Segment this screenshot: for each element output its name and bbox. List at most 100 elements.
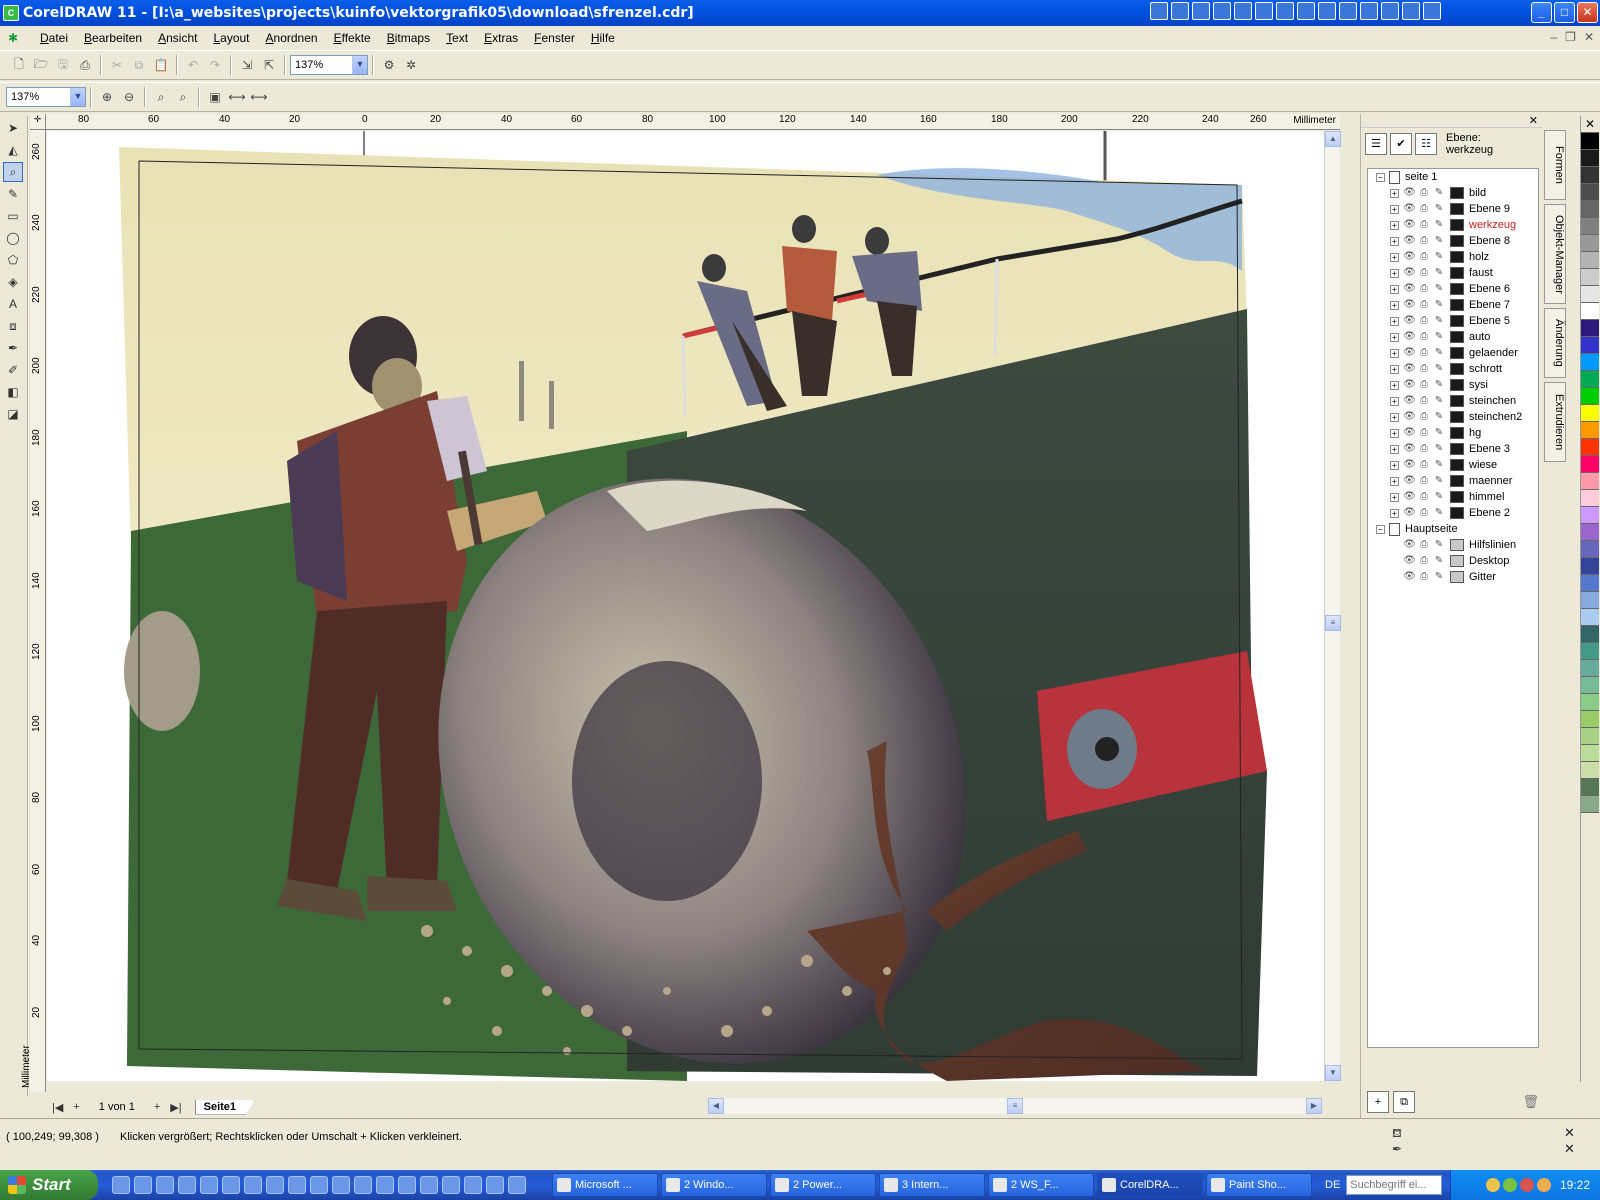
polygon-tool-icon[interactable]: ⬠ bbox=[3, 250, 23, 270]
quick-icon[interactable] bbox=[1297, 2, 1315, 20]
layer-row[interactable]: + 👁 ⎙ ✎ maenner bbox=[1368, 473, 1538, 489]
layer-color-swatch[interactable] bbox=[1450, 283, 1464, 295]
quick-launch-icon[interactable] bbox=[222, 1176, 240, 1194]
quick-launch-icon[interactable] bbox=[420, 1176, 438, 1194]
layer-color-swatch[interactable] bbox=[1450, 555, 1464, 567]
scroll-down-icon[interactable]: ▼ bbox=[1325, 1065, 1341, 1081]
expand-icon[interactable]: + bbox=[1390, 316, 1399, 326]
docker-close-icon[interactable]: ✕ bbox=[1529, 114, 1538, 127]
pencil-icon[interactable]: ✎ bbox=[1433, 427, 1445, 439]
fill-tool-icon[interactable]: ◧ bbox=[3, 382, 23, 402]
eye-icon[interactable]: 👁 bbox=[1403, 571, 1416, 583]
eye-icon[interactable]: 👁 bbox=[1403, 507, 1416, 519]
printer-icon[interactable]: ⎙ bbox=[1418, 491, 1430, 503]
palette-swatch[interactable] bbox=[1581, 252, 1599, 269]
quick-icon[interactable] bbox=[1318, 2, 1336, 20]
corel-balloon-icon[interactable]: ✱ bbox=[8, 31, 24, 45]
layer-color-swatch[interactable] bbox=[1450, 267, 1464, 279]
zoom-all-objects-icon[interactable]: ⌕ bbox=[174, 88, 192, 106]
eye-icon[interactable]: 👁 bbox=[1403, 331, 1416, 343]
drawing-canvas[interactable] bbox=[47, 131, 1324, 1081]
palette-swatch[interactable] bbox=[1581, 286, 1599, 303]
layer-row[interactable]: + 👁 ⎙ ✎ faust bbox=[1368, 265, 1538, 281]
tray-icon[interactable] bbox=[1536, 1178, 1551, 1192]
horizontal-scrollbar[interactable]: ◀ ≡ ▶ bbox=[708, 1098, 1322, 1114]
layer-row[interactable]: + 👁 ⎙ ✎ Ebene 8 bbox=[1368, 233, 1538, 249]
eye-icon[interactable]: 👁 bbox=[1403, 475, 1416, 487]
palette-swatch[interactable] bbox=[1581, 541, 1599, 558]
pencil-icon[interactable]: ✎ bbox=[1433, 347, 1445, 359]
menu-hilfe[interactable]: Hilfe bbox=[583, 31, 623, 45]
tab-aenderung[interactable]: Änderung bbox=[1544, 308, 1566, 378]
eyedropper-tool-icon[interactable]: ✒ bbox=[3, 338, 23, 358]
layer-color-swatch[interactable] bbox=[1450, 459, 1464, 471]
copy-icon[interactable]: ⧉ bbox=[130, 56, 148, 74]
layer-row[interactable]: 👁 ⎙ ✎ Desktop bbox=[1368, 553, 1538, 569]
no-color-swatch[interactable]: ✕ bbox=[1581, 116, 1599, 133]
printer-icon[interactable]: ⎙ bbox=[1418, 539, 1430, 551]
pencil-icon[interactable]: ✎ bbox=[1433, 379, 1445, 391]
palette-swatch[interactable] bbox=[1581, 150, 1599, 167]
layer-color-swatch[interactable] bbox=[1450, 347, 1464, 359]
quick-icon[interactable] bbox=[1234, 2, 1252, 20]
redo-icon[interactable]: ↷ bbox=[206, 56, 224, 74]
pencil-icon[interactable]: ✎ bbox=[1433, 475, 1445, 487]
menu-effekte[interactable]: Effekte bbox=[326, 31, 379, 45]
layer-color-swatch[interactable] bbox=[1450, 539, 1464, 551]
desktop-search-input[interactable] bbox=[1346, 1175, 1443, 1195]
pencil-icon[interactable]: ✎ bbox=[1433, 267, 1445, 279]
quick-icon[interactable] bbox=[1423, 2, 1441, 20]
new-document-icon[interactable]: 🗋 bbox=[10, 56, 28, 74]
expand-icon[interactable]: + bbox=[1390, 508, 1399, 518]
add-page-before-icon[interactable]: + bbox=[73, 1101, 79, 1113]
layer-color-swatch[interactable] bbox=[1450, 475, 1464, 487]
vertical-scrollbar[interactable]: ▲ ≡ ▼ bbox=[1324, 131, 1341, 1081]
freehand-tool-icon[interactable]: ✎ bbox=[3, 184, 23, 204]
eye-icon[interactable]: 👁 bbox=[1403, 427, 1416, 439]
chevron-down-icon[interactable]: ▼ bbox=[352, 56, 367, 74]
pencil-icon[interactable]: ✎ bbox=[1433, 555, 1445, 567]
quick-icon[interactable] bbox=[1150, 2, 1168, 20]
printer-icon[interactable]: ⎙ bbox=[1418, 427, 1430, 439]
layer-row[interactable]: + 👁 ⎙ ✎ himmel bbox=[1368, 489, 1538, 505]
menu-ansicht[interactable]: Ansicht bbox=[150, 31, 205, 45]
layer-color-swatch[interactable] bbox=[1450, 363, 1464, 375]
palette-swatch[interactable] bbox=[1581, 779, 1599, 796]
vertical-ruler[interactable]: 260 240 220 200 180 160 140 120 100 80 6… bbox=[21, 130, 46, 1092]
eye-icon[interactable]: 👁 bbox=[1403, 555, 1416, 567]
quick-launch-icon[interactable] bbox=[398, 1176, 416, 1194]
layer-row[interactable]: + 👁 ⎙ ✎ Ebene 2 bbox=[1368, 505, 1538, 521]
task-coreldraw[interactable]: CorelDRA... bbox=[1097, 1173, 1203, 1197]
layer-row[interactable]: + 👁 ⎙ ✎ Ebene 5 bbox=[1368, 313, 1538, 329]
first-page-icon[interactable]: |◀ bbox=[52, 1101, 63, 1114]
quick-launch-icon[interactable] bbox=[200, 1176, 218, 1194]
palette-swatch[interactable] bbox=[1581, 609, 1599, 626]
expand-icon[interactable]: + bbox=[1390, 268, 1399, 278]
eye-icon[interactable]: 👁 bbox=[1403, 363, 1416, 375]
quick-icon[interactable] bbox=[1192, 2, 1210, 20]
basic-shapes-tool-icon[interactable]: ◈ bbox=[3, 272, 23, 292]
layer-color-swatch[interactable] bbox=[1450, 395, 1464, 407]
menu-extras[interactable]: Extras bbox=[476, 31, 526, 45]
layer-color-swatch[interactable] bbox=[1450, 379, 1464, 391]
open-icon[interactable]: 🗁 bbox=[32, 56, 50, 74]
palette-swatch[interactable] bbox=[1581, 405, 1599, 422]
menu-text[interactable]: Text bbox=[438, 31, 476, 45]
printer-icon[interactable]: ⎙ bbox=[1418, 459, 1430, 471]
pencil-icon[interactable]: ✎ bbox=[1433, 315, 1445, 327]
pencil-icon[interactable]: ✎ bbox=[1433, 507, 1445, 519]
paste-icon[interactable]: 📋 bbox=[152, 56, 170, 74]
layer-row[interactable]: + 👁 ⎙ ✎ steinchen bbox=[1368, 393, 1538, 409]
pencil-icon[interactable]: ✎ bbox=[1433, 459, 1445, 471]
layer-color-swatch[interactable] bbox=[1450, 187, 1464, 199]
expand-icon[interactable]: + bbox=[1390, 348, 1399, 358]
interactive-fill-tool-icon[interactable]: ◪ bbox=[3, 404, 23, 424]
expand-icon[interactable]: + bbox=[1390, 188, 1399, 198]
palette-swatch[interactable] bbox=[1581, 677, 1599, 694]
palette-swatch[interactable] bbox=[1581, 575, 1599, 592]
palette-swatch[interactable] bbox=[1581, 303, 1599, 320]
expand-icon[interactable]: + bbox=[1390, 460, 1399, 470]
collapse-icon[interactable]: − bbox=[1376, 172, 1385, 182]
palette-swatch[interactable] bbox=[1581, 643, 1599, 660]
task-microsoft[interactable]: Microsoft ... bbox=[552, 1173, 658, 1197]
